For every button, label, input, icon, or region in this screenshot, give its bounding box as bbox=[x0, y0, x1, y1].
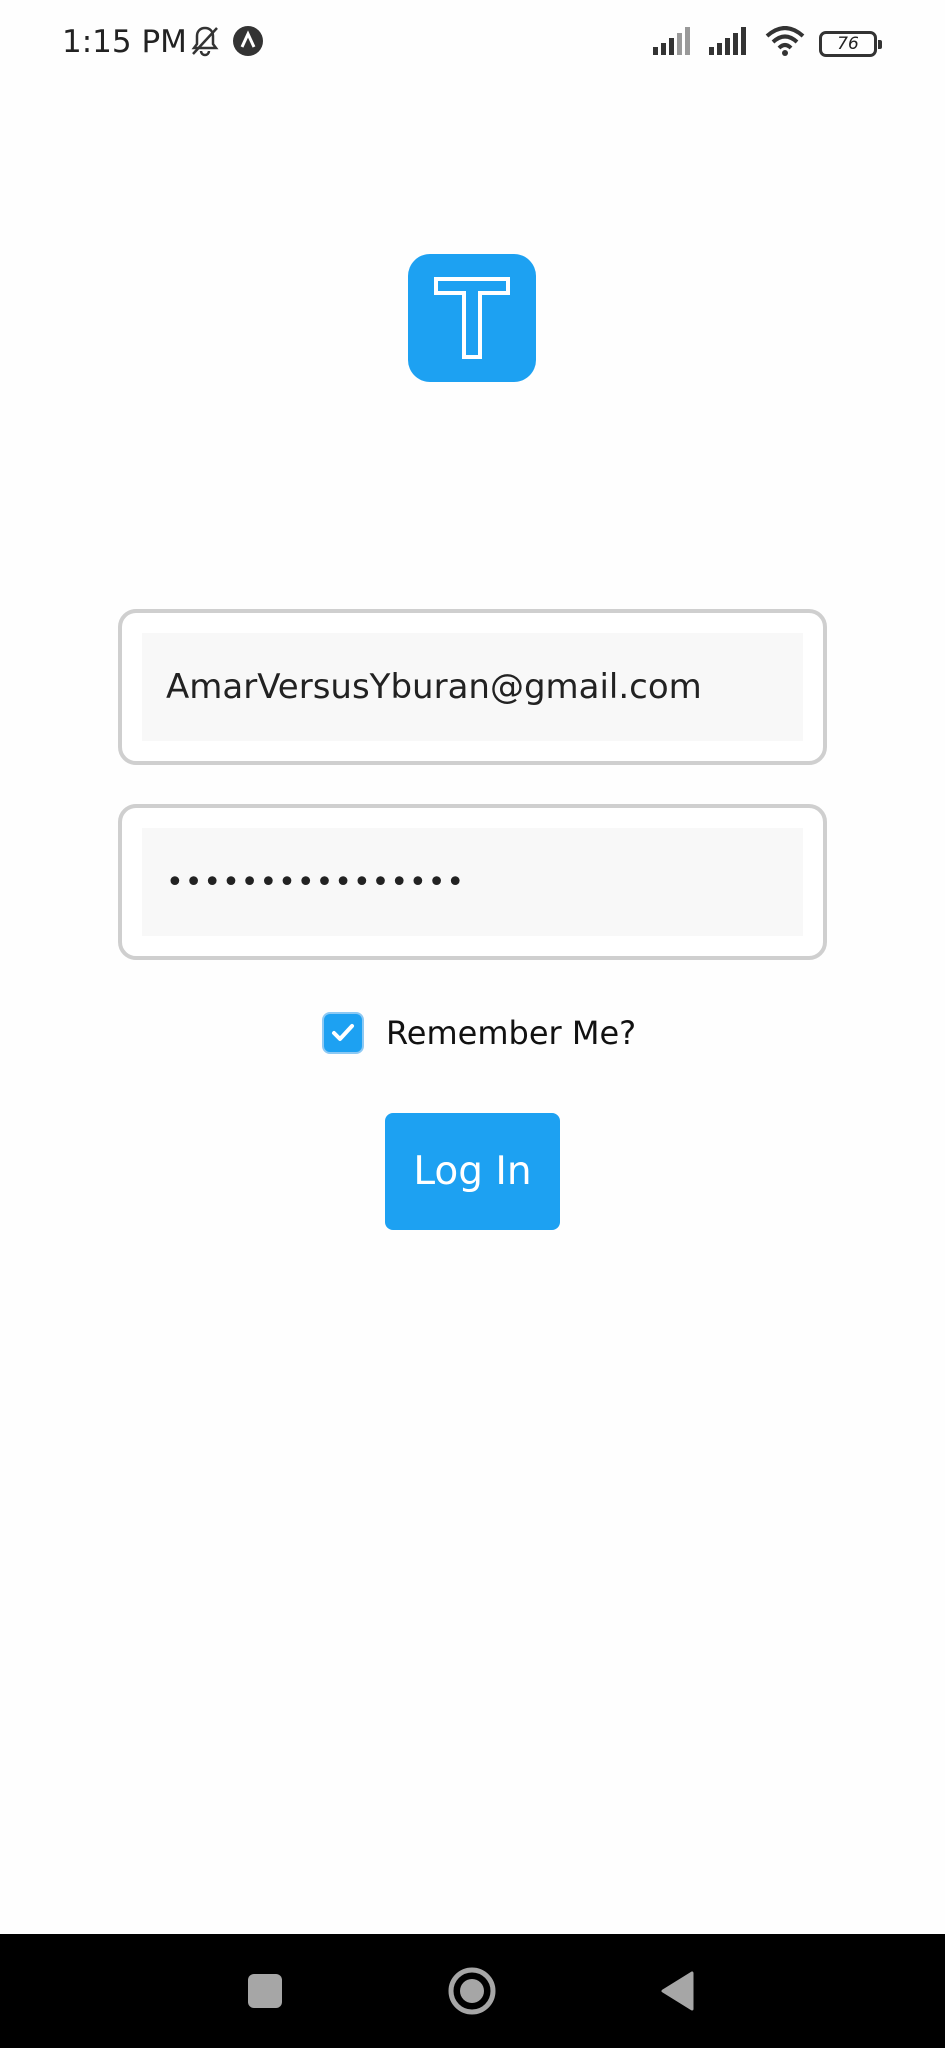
battery-icon: 76 bbox=[819, 30, 882, 57]
remember-me-row[interactable]: Remember Me? bbox=[322, 1012, 636, 1054]
password-field-container bbox=[118, 804, 827, 960]
recents-button[interactable] bbox=[205, 1934, 325, 2048]
bell-off-icon bbox=[188, 24, 222, 63]
status-right-icons: 76 bbox=[653, 26, 882, 61]
login-screen: 1:15 PM 76 AmarVersusYburan@gmail.com ••… bbox=[0, 0, 945, 2048]
app-logo bbox=[408, 254, 536, 382]
logo-t-icon bbox=[434, 277, 510, 359]
wifi-icon bbox=[765, 26, 805, 61]
back-button[interactable] bbox=[617, 1934, 737, 2048]
signal-icon bbox=[709, 27, 751, 60]
status-bar: 1:15 PM 76 bbox=[0, 0, 945, 88]
signal-icon bbox=[653, 27, 695, 60]
login-button[interactable]: Log In bbox=[385, 1113, 560, 1230]
battery-level: 76 bbox=[837, 33, 859, 54]
remember-me-checkbox[interactable] bbox=[322, 1012, 364, 1054]
square-icon bbox=[248, 1974, 282, 2008]
home-button[interactable] bbox=[412, 1934, 532, 2048]
navigation-bar bbox=[0, 1934, 945, 2048]
checkmark-icon bbox=[332, 1024, 354, 1041]
remember-me-label: Remember Me? bbox=[386, 1014, 637, 1052]
status-left-icons bbox=[188, 24, 264, 63]
circle-icon bbox=[448, 1967, 496, 2015]
status-time: 1:15 PM bbox=[62, 24, 187, 60]
email-field[interactable] bbox=[142, 633, 803, 741]
email-field-container bbox=[118, 609, 827, 765]
app-notification-icon bbox=[232, 25, 264, 62]
back-triangle-icon bbox=[661, 1971, 694, 2011]
password-field[interactable] bbox=[142, 828, 803, 936]
